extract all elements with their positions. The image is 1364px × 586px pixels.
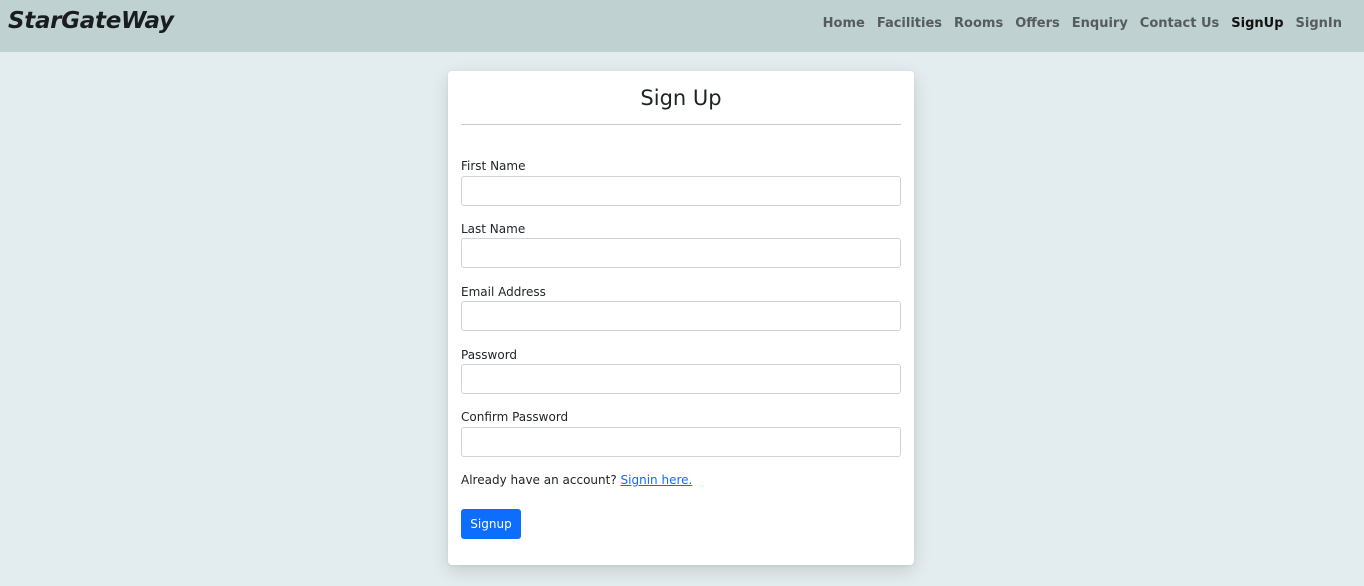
first-name-input[interactable]	[461, 176, 901, 206]
divider	[461, 124, 901, 125]
signin-prompt: Already have an account?	[461, 473, 617, 487]
nav-link-enquiry[interactable]: Enquiry	[1066, 15, 1134, 33]
brand-logo[interactable]: StarGateWay	[8, 8, 174, 34]
first-name-label: First Name	[461, 159, 526, 173]
confirm-password-input[interactable]	[461, 427, 901, 457]
signin-prompt-row: Already have an account? Signin here.	[461, 473, 692, 487]
last-name-input[interactable]	[461, 238, 901, 268]
last-name-label: Last Name	[461, 222, 526, 236]
nav-link-signin[interactable]: SignIn	[1290, 15, 1348, 33]
nav-links: Home Facilities Rooms Offers Enquiry Con…	[817, 15, 1348, 33]
nav-link-contact-us[interactable]: Contact Us	[1134, 15, 1225, 33]
signup-card: Sign Up First Name Last Name Email Addre…	[448, 71, 914, 565]
nav-link-offers[interactable]: Offers	[1009, 15, 1066, 33]
confirm-password-label: Confirm Password	[461, 410, 569, 424]
signup-button[interactable]: Signup	[461, 509, 521, 539]
email-input[interactable]	[461, 301, 901, 331]
navbar: StarGateWay Home Facilities Rooms Offers…	[0, 0, 1364, 52]
email-label: Email Address	[461, 285, 546, 299]
nav-link-home[interactable]: Home	[817, 15, 871, 33]
signin-link[interactable]: Signin here.	[621, 473, 693, 487]
password-label: Password	[461, 348, 518, 362]
nav-link-signup[interactable]: SignUp	[1225, 15, 1289, 33]
form-title: Sign Up	[640, 86, 722, 110]
nav-link-facilities[interactable]: Facilities	[871, 15, 948, 33]
password-input[interactable]	[461, 364, 901, 394]
nav-link-rooms[interactable]: Rooms	[948, 15, 1009, 33]
